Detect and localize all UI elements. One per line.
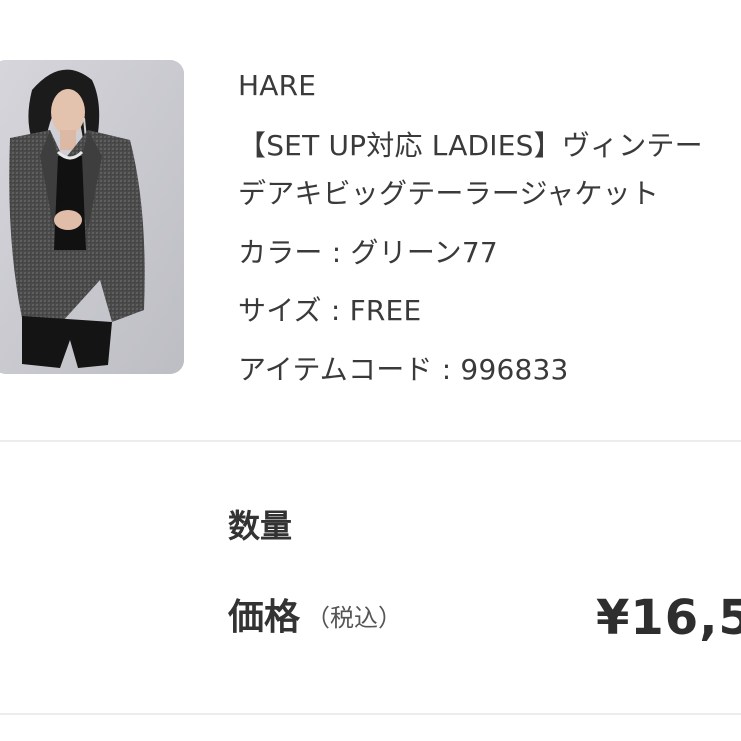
tax-included-note: （税込） xyxy=(306,604,403,632)
price-label-text: 価格 xyxy=(228,597,301,638)
section-divider xyxy=(0,440,741,442)
product-photo-illustration xyxy=(0,60,184,374)
product-size: サイズ : FREE xyxy=(238,294,422,327)
product-info: HARE 【SET UP対応 LADIES】ヴィンテー デアキビッグテーラージャ… xyxy=(238,0,741,440)
price-value: ¥16,5 xyxy=(596,590,741,646)
product-title-line-1[interactable]: 【SET UP対応 LADIES】ヴィンテー xyxy=(238,128,703,164)
product-detail-page: HARE 【SET UP対応 LADIES】ヴィンテー デアキビッグテーラージャ… xyxy=(0,0,741,741)
product-image[interactable] xyxy=(0,60,184,374)
price-label: 価格 （税込） xyxy=(228,596,402,640)
product-item-code: アイテムコード : 996833 xyxy=(238,353,569,386)
brand-name[interactable]: HARE xyxy=(238,68,316,104)
section-divider-bottom xyxy=(0,713,741,715)
product-color: カラー : グリーン77 xyxy=(238,236,498,269)
quantity-label: 数量 xyxy=(228,507,293,545)
product-title-line-2[interactable]: デアキビッグテーラージャケット xyxy=(238,176,659,212)
